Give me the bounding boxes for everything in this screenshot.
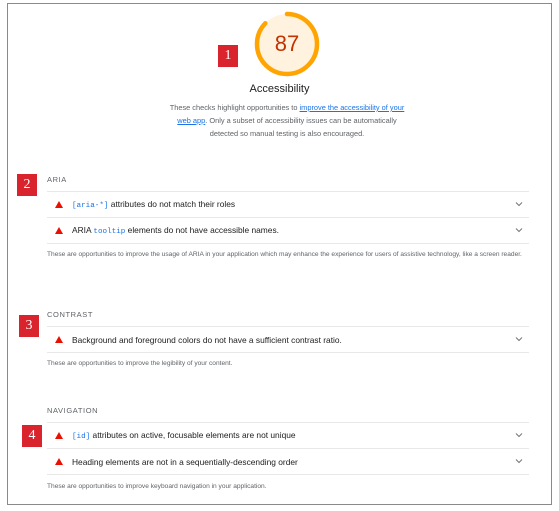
- section-note-contrast: These are opportunities to improve the l…: [47, 360, 233, 367]
- description-text-end: . Only a subset of accessibility issues …: [205, 116, 397, 138]
- audit-code: [aria-*]: [72, 202, 109, 210]
- annotation-marker-1: 1: [218, 45, 238, 67]
- chevron-down-icon[interactable]: [515, 200, 523, 208]
- audit-title-prefix: ARIA: [72, 225, 94, 235]
- divider: [47, 474, 529, 475]
- fail-triangle-icon: [55, 432, 63, 439]
- audit-title: [aria-*] attributes do not match their r…: [72, 199, 235, 210]
- audit-title: Background and foreground colors do not …: [72, 334, 342, 345]
- section-title-aria: ARIA: [47, 175, 67, 184]
- fail-triangle-icon: [55, 458, 63, 465]
- audit-title: ARIA tooltip elements do not have access…: [72, 225, 279, 236]
- audit-title: Heading elements are not in a sequential…: [72, 456, 298, 467]
- audit-code: tooltip: [93, 228, 126, 236]
- audit-title-text: elements do not have accessible names.: [125, 225, 279, 235]
- audit-code: [id]: [72, 433, 91, 441]
- audit-title: [id] attributes on active, focusable ele…: [72, 430, 296, 441]
- audit-title-text: attributes do not match their roles: [108, 199, 236, 209]
- section-note-aria: These are opportunities to improve the u…: [47, 251, 522, 258]
- learn-more-link-line-1: improve the accessibility of your: [299, 103, 405, 112]
- score-value: 87: [274, 31, 300, 56]
- chevron-down-icon[interactable]: [515, 431, 523, 439]
- fail-triangle-icon: [55, 336, 63, 343]
- section-note-navigation: These are opportunities to improve keybo…: [47, 483, 267, 490]
- annotation-marker-3: 3: [19, 315, 39, 337]
- audit-aria-tooltip-names[interactable]: ARIA tooltip elements do not have access…: [47, 218, 529, 243]
- fail-triangle-icon: [55, 227, 63, 234]
- learn-more-link-line-2: web app: [177, 116, 206, 125]
- divider: [47, 352, 529, 353]
- score-gauge[interactable]: 87: [252, 9, 322, 79]
- section-title-navigation: NAVIGATION: [47, 406, 99, 415]
- fail-triangle-icon: [55, 201, 63, 208]
- divider: [47, 243, 529, 244]
- section-title-contrast: CONTRAST: [47, 310, 94, 319]
- category-description: These checks highlight opportunities to …: [168, 101, 406, 140]
- audit-title-text: attributes on active, focusable elements…: [90, 430, 296, 440]
- audit-duplicate-id-active[interactable]: [id] attributes on active, focusable ele…: [47, 423, 529, 448]
- chevron-down-icon[interactable]: [515, 335, 523, 343]
- annotation-marker-2: 2: [17, 174, 37, 196]
- description-text-start: These checks highlight opportunities to: [169, 103, 300, 112]
- audit-color-contrast[interactable]: Background and foreground colors do not …: [47, 327, 529, 352]
- audit-aria-attributes-roles[interactable]: [aria-*] attributes do not match their r…: [47, 192, 529, 217]
- annotation-marker-4: 4: [22, 425, 42, 447]
- category-title: Accessibility: [249, 83, 310, 95]
- chevron-down-icon[interactable]: [515, 226, 523, 234]
- audit-heading-order[interactable]: Heading elements are not in a sequential…: [47, 449, 529, 474]
- chevron-down-icon[interactable]: [515, 457, 523, 465]
